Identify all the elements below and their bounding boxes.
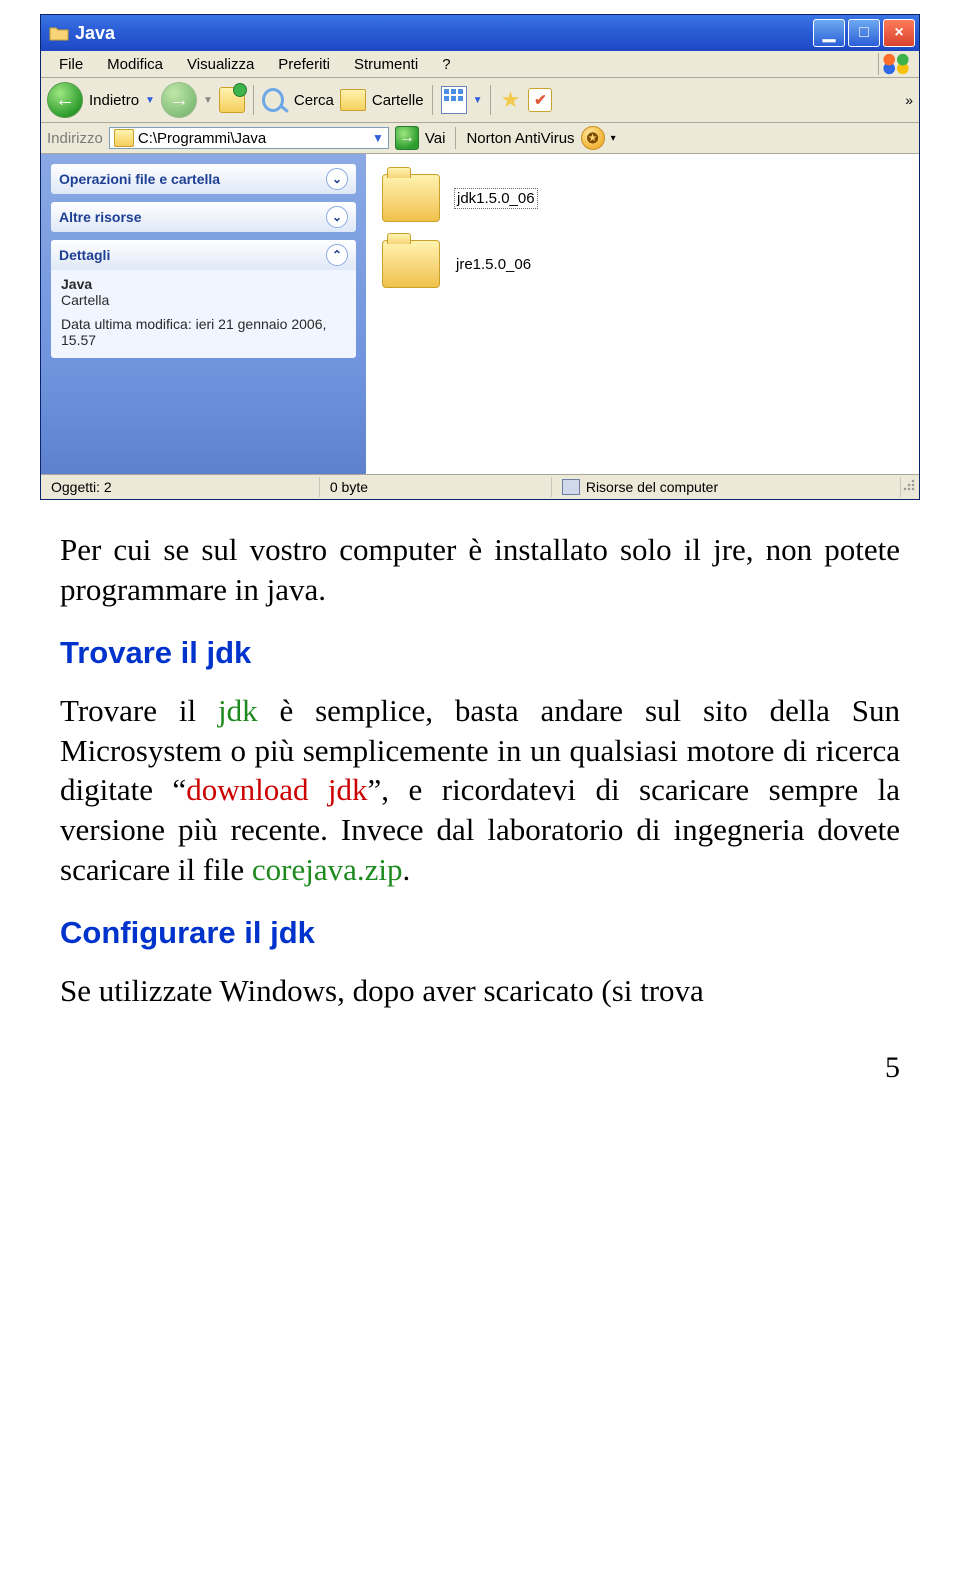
term-corejava: corejava.zip [252,852,403,887]
document-body: Per cui se sul vostro computer è install… [60,530,900,1011]
pane-title: Altre risorse [59,209,141,225]
folder-name: jre1.5.0_06 [454,255,533,274]
minimize-button[interactable]: ▁ [813,19,845,47]
folder-item[interactable]: jdk1.5.0_06 [382,174,903,222]
check-icon: ✔ [528,88,552,112]
view-dropdown-icon[interactable]: ▼ [473,95,483,106]
back-button[interactable]: ← [47,82,83,118]
paragraph: Per cui se sul vostro computer è install… [60,530,900,609]
toolbar-overflow[interactable]: » [905,92,913,108]
menu-modifica[interactable]: Modifica [95,54,175,75]
menu-help[interactable]: ? [430,54,462,75]
pane-title: Dettagli [59,247,110,263]
heading-find-jdk: Trovare il jdk [60,633,900,673]
menu-file[interactable]: File [47,54,95,75]
search-label: Cerca [294,92,334,109]
folders-label: Cartelle [372,92,424,109]
check-button[interactable]: ✔ [527,87,553,113]
window-title: Java [75,23,813,44]
folder-name: jdk1.5.0_06 [454,188,538,209]
titlebar[interactable]: Java ▁ □ × [41,15,919,51]
view-icon [441,86,467,114]
status-bar: Oggetti: 2 0 byte Risorse del computer [41,474,919,499]
pane-details: Dettagli ⌃ Java Cartella Data ultima mod… [51,240,356,358]
pane-operations: Operazioni file e cartella ⌄ [51,164,356,194]
folder-up-icon [219,87,245,113]
back-dropdown-icon[interactable]: ▼ [145,95,155,106]
resize-grip[interactable] [901,475,919,499]
page-number: 5 [0,1051,900,1085]
folder-icon [114,129,134,147]
windows-logo-icon [878,53,913,75]
antivirus-icon[interactable]: ✪ [581,126,605,150]
window-icon [49,24,69,42]
folder-icon [382,240,440,288]
back-label: Indietro [89,92,139,109]
menu-preferiti[interactable]: Preferiti [266,54,342,75]
address-path: C:\Programmi\Java [138,130,266,147]
forward-button[interactable]: → [161,82,197,118]
close-button[interactable]: × [883,19,915,47]
term-jdk: jdk [218,693,258,728]
toolbar: ← Indietro ▼ → ▼ Cerca Cartelle ▼ ★ ✔ » [41,78,919,123]
collapse-icon[interactable]: ⌄ [326,168,348,190]
term-download-jdk: download jdk [186,772,367,807]
go-label: Vai [425,130,446,147]
address-bar: Indirizzo C:\Programmi\Java ▼ → Vai Nort… [41,123,919,154]
file-list: jdk1.5.0_06 jre1.5.0_06 [366,154,919,474]
heading-configure-jdk: Configurare il jdk [60,913,900,953]
go-button[interactable]: → [395,126,419,150]
address-dropdown-icon[interactable]: ▼ [372,131,384,145]
antivirus-label: Norton AntiVirus [466,130,574,147]
view-button[interactable] [441,87,467,113]
menu-bar: File Modifica Visualizza Preferiti Strum… [41,51,919,78]
menu-strumenti[interactable]: Strumenti [342,54,430,75]
status-size: 0 byte [320,477,552,497]
status-location: Risorse del computer [552,477,901,497]
explorer-window: Java ▁ □ × File Modifica Visualizza Pref… [40,14,920,500]
search-button[interactable] [262,87,288,113]
paragraph: Trovare il jdk è semplice, basta andare … [60,691,900,889]
menu-visualizza[interactable]: Visualizza [175,54,266,75]
details-type: Cartella [61,292,346,308]
folders-button[interactable] [340,87,366,113]
pane-title: Operazioni file e cartella [59,171,220,187]
folder-icon [382,174,440,222]
maximize-button[interactable]: □ [848,19,880,47]
side-pane: Operazioni file e cartella ⌄ Altre risor… [41,154,366,474]
antivirus-dropdown-icon[interactable]: ▾ [611,133,616,144]
folders-icon [340,89,366,111]
status-objects: Oggetti: 2 [41,477,320,497]
address-label: Indirizzo [47,130,103,147]
forward-dropdown-icon[interactable]: ▼ [203,95,213,106]
computer-icon [562,479,580,495]
search-icon [262,88,284,112]
collapse-icon[interactable]: ⌄ [326,206,348,228]
favorites-icon[interactable]: ★ [499,89,521,111]
folder-item[interactable]: jre1.5.0_06 [382,240,903,288]
pane-other: Altre risorse ⌄ [51,202,356,232]
address-field[interactable]: C:\Programmi\Java ▼ [109,127,389,149]
up-button[interactable] [219,87,245,113]
details-name: Java [61,276,346,292]
collapse-icon[interactable]: ⌃ [326,244,348,266]
details-date: Data ultima modifica: ieri 21 gennaio 20… [61,316,346,348]
paragraph: Se utilizzate Windows, dopo aver scarica… [60,971,900,1011]
